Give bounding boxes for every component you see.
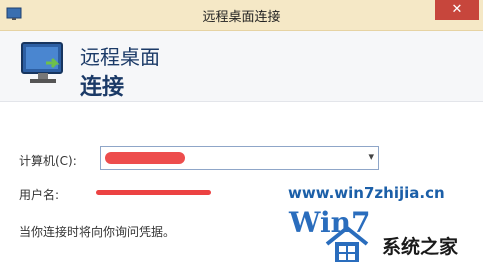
watermark-url: www.win7zhijia.cn <box>288 184 445 202</box>
close-button[interactable]: ✕ <box>435 0 479 20</box>
credentials-note: 当你连接时将向你询问凭据。 <box>19 225 176 239</box>
title-bar: 远程桌面连接 ✕ <box>0 0 483 31</box>
window-title: 远程桌面连接 <box>202 10 281 25</box>
user-label: 用户名: <box>19 188 60 202</box>
heading-line2: 连接 <box>80 75 125 100</box>
computer-combobox[interactable]: ▾ <box>100 146 379 170</box>
chevron-down-icon[interactable]: ▾ <box>368 150 374 163</box>
monitor-icon <box>21 42 63 83</box>
heading-line1: 远程桌面 <box>80 45 160 69</box>
redaction-mark <box>105 152 185 164</box>
watermark-site-name: 系统之家 <box>382 236 459 258</box>
redaction-mark <box>96 190 211 195</box>
computer-label: 计算机(C): <box>19 154 77 168</box>
watermark-house-icon <box>325 225 369 262</box>
header-banner: 远程桌面 连接 <box>0 31 483 102</box>
